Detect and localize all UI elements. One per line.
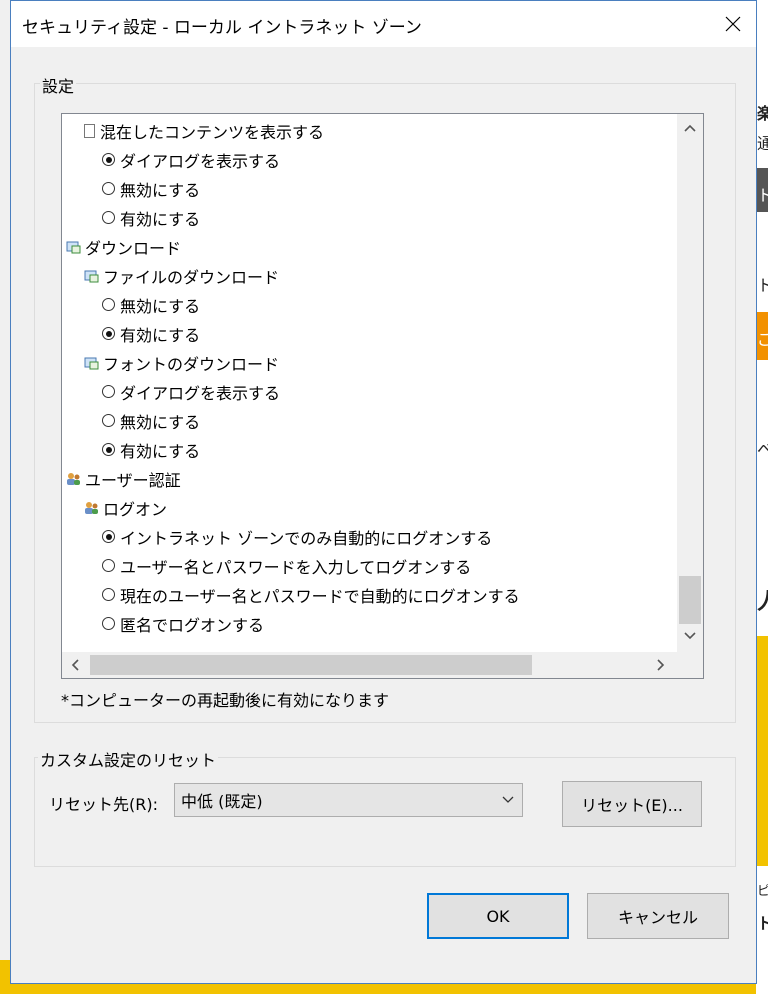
background-text: ご <box>757 330 768 349</box>
close-button[interactable] <box>710 1 756 47</box>
chevron-left-icon <box>71 659 79 671</box>
tree-item-label: 混在したコンテンツを表示する <box>100 122 325 142</box>
background-text: 通 <box>757 134 768 153</box>
radio-unchecked-icon <box>102 182 115 195</box>
reset-level-value: 中低 (既定) <box>181 792 263 811</box>
scroll-up-button[interactable] <box>681 119 699 137</box>
background-text: ト <box>757 914 768 933</box>
reset-button[interactable]: リセット(E)... <box>562 781 702 827</box>
scroll-right-button[interactable] <box>652 656 670 674</box>
horizontal-scroll-thumb[interactable] <box>90 655 532 675</box>
tree-item-label: ユーザー認証 <box>85 470 181 490</box>
dialog-title: セキュリティ設定 - ローカル イントラネット ゾーン <box>22 18 422 38</box>
tree-item-label: 無効にする <box>120 296 201 316</box>
vertical-scrollbar[interactable] <box>677 114 703 652</box>
document-icon <box>84 123 95 138</box>
tree-item-label: ファイルのダウンロード <box>103 267 280 287</box>
chevron-down-icon <box>684 632 696 640</box>
tree-node: ダウンロード <box>66 232 181 261</box>
radio-option[interactable]: 有効にする <box>102 319 200 348</box>
settings-group-label: 設定 <box>40 73 77 97</box>
scrollbar-corner <box>677 652 703 678</box>
tree-item-label: ログオン <box>103 499 168 519</box>
tree-item-label: ダイアログを表示する <box>120 383 281 403</box>
tree-item-label: 現在のユーザー名とパスワードで自動的にログオンする <box>120 586 520 606</box>
chevron-down-icon <box>502 796 514 803</box>
ok-button[interactable]: OK <box>427 893 569 939</box>
tree-item-label: ダイアログを表示する <box>120 151 281 171</box>
vertical-scroll-thumb[interactable] <box>679 576 701 624</box>
background-text: ピ <box>757 884 768 899</box>
radio-option[interactable]: 有効にする <box>102 435 200 464</box>
tree-item-label: イントラネット ゾーンでのみ自動的にログオンする <box>120 528 493 548</box>
radio-option[interactable]: 現在のユーザー名とパスワードで自動的にログオンする <box>102 580 520 609</box>
radio-checked-icon <box>102 530 115 543</box>
users-icon <box>67 472 80 485</box>
reset-level-select[interactable]: 中低 (既定) <box>174 783 523 817</box>
cancel-button[interactable]: キャンセル <box>587 893 729 939</box>
tree-item-label: 有効にする <box>120 441 201 461</box>
radio-unchecked-icon <box>102 414 115 427</box>
chevron-right-icon <box>657 659 665 671</box>
background-text: ベ <box>757 440 768 459</box>
settings-category-icon <box>84 357 99 369</box>
background-text: 人 <box>757 584 768 616</box>
radio-option[interactable]: 有効にする <box>102 203 200 232</box>
tree-item-label: 無効にする <box>120 412 201 432</box>
radio-option[interactable]: 無効にする <box>102 406 200 435</box>
settings-category-icon <box>84 270 99 282</box>
tree-node: ファイルのダウンロード <box>84 261 279 290</box>
radio-checked-icon <box>102 153 115 166</box>
title-bar[interactable]: セキュリティ設定 - ローカル イントラネット ゾーン <box>11 1 756 47</box>
tree-item-label: 有効にする <box>120 209 201 229</box>
horizontal-scrollbar[interactable] <box>62 652 679 678</box>
tree-item-label: ダウンロード <box>85 238 182 258</box>
tree-node: 混在したコンテンツを表示する <box>84 116 324 145</box>
tree-node: ユーザー認証 <box>66 464 181 493</box>
close-icon <box>725 16 741 32</box>
background-text: ト <box>757 276 768 295</box>
tree-item-label: 無効にする <box>120 180 201 200</box>
security-settings-dialog: セキュリティ設定 - ローカル イントラネット ゾーン 設定 混在したコンテンツ… <box>10 0 757 984</box>
radio-unchecked-icon <box>102 298 115 311</box>
radio-option[interactable]: 無効にする <box>102 174 200 203</box>
tree-node: ログオン <box>84 493 167 522</box>
tree-item-label: 匿名でログオンする <box>120 615 265 635</box>
radio-checked-icon <box>102 443 115 456</box>
tree-item-label: 有効にする <box>120 325 201 345</box>
radio-option[interactable]: ダイアログを表示する <box>102 145 280 174</box>
radio-option[interactable]: ダイアログを表示する <box>102 377 280 406</box>
radio-option[interactable]: 匿名でログオンする <box>102 609 264 638</box>
reset-group-label: カスタム設定のリセット <box>38 747 219 771</box>
radio-unchecked-icon <box>102 385 115 398</box>
users-icon <box>85 501 98 514</box>
radio-option[interactable]: イントラネット ゾーンでのみ自動的にログオンする <box>102 522 492 551</box>
settings-category-icon <box>66 241 81 253</box>
background-text: ト <box>757 186 768 205</box>
radio-checked-icon <box>102 327 115 340</box>
scroll-left-button[interactable] <box>66 656 84 674</box>
radio-unchecked-icon <box>102 211 115 224</box>
background-yellow-block <box>756 636 768 866</box>
radio-unchecked-icon <box>102 588 115 601</box>
radio-unchecked-icon <box>102 617 115 630</box>
background-text: 楽 <box>757 104 768 123</box>
tree-item-label: フォントのダウンロード <box>103 354 280 374</box>
reset-to-label: リセット先(R): <box>49 795 158 814</box>
settings-tree[interactable]: 混在したコンテンツを表示する ダイアログを表示する 無効にする 有効にする ダウンロード… <box>61 113 704 679</box>
radio-option[interactable]: ユーザー名とパスワードを入力してログオンする <box>102 551 471 580</box>
radio-option[interactable]: 無効にする <box>102 290 200 319</box>
scroll-down-button[interactable] <box>681 627 699 645</box>
chevron-up-icon <box>684 124 696 132</box>
tree-node: フォントのダウンロード <box>84 348 279 377</box>
radio-unchecked-icon <box>102 559 115 572</box>
restart-note: *コンピューターの再起動後に有効になります <box>61 691 390 710</box>
tree-item-label: ユーザー名とパスワードを入力してログオンする <box>120 557 472 577</box>
